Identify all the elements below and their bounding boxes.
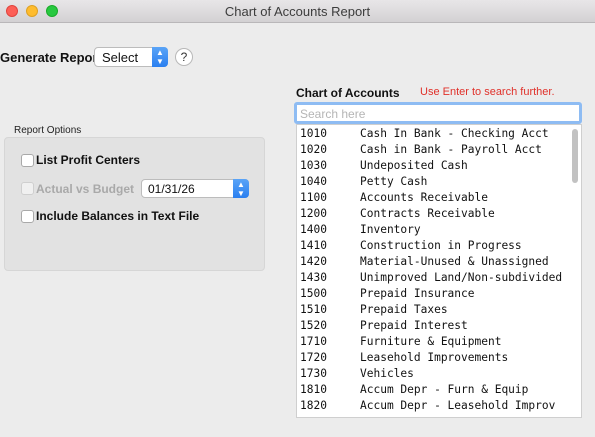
list-item[interactable]: 1710 Furniture & Equipment: [297, 334, 581, 350]
account-code: 1010: [300, 127, 327, 140]
account-name: Cash in Bank - Payroll Acct: [360, 143, 542, 156]
actual-vs-budget-label: Actual vs Budget: [36, 182, 135, 196]
list-item[interactable]: 1520 Prepaid Interest: [297, 318, 581, 334]
account-name: Contracts Receivable: [360, 207, 495, 220]
account-code: 1520: [300, 319, 327, 332]
account-code: 1720: [300, 351, 327, 364]
account-code: 1820: [300, 399, 327, 412]
generate-report-select[interactable]: Select ▲ ▼: [94, 47, 168, 67]
list-item[interactable]: 1730 Vehicles: [297, 366, 581, 382]
list-item[interactable]: 1420 Material-Unused & Unassigned: [297, 254, 581, 270]
list-item[interactable]: 1810 Accum Depr - Furn & Equip: [297, 382, 581, 398]
account-code: 1100: [300, 191, 327, 204]
account-name: Inventory: [360, 223, 421, 236]
account-code: 1410: [300, 239, 327, 252]
title-bar: Chart of Accounts Report: [0, 0, 595, 23]
list-item[interactable]: 1410 Construction in Progress: [297, 238, 581, 254]
search-hint: Use Enter to search further.: [420, 86, 555, 98]
generate-report-value: Select: [102, 50, 139, 65]
generate-report-label: Generate Report: [0, 50, 102, 65]
account-code: 1810: [300, 383, 327, 396]
account-name: Prepaid Insurance: [360, 287, 475, 300]
updown-chevron-icon: ▲ ▼: [233, 179, 249, 198]
account-name: Furniture & Equipment: [360, 335, 502, 348]
account-name: Petty Cash: [360, 175, 428, 188]
account-name: Unimproved Land/Non-subdivided: [360, 271, 563, 284]
date-value: 01/31/26: [148, 182, 195, 196]
account-name: Prepaid Taxes: [360, 303, 448, 316]
account-code: 1430: [300, 271, 327, 284]
include-balances-label[interactable]: Include Balances in Text File: [36, 209, 199, 223]
account-code: 1200: [300, 207, 327, 220]
window-title: Chart of Accounts Report: [224, 4, 371, 19]
account-name: Accounts Receivable: [360, 191, 488, 204]
list-item[interactable]: 1820 Accum Depr - Leasehold Improv: [297, 398, 581, 414]
list-item[interactable]: 1720 Leasehold Improvements: [297, 350, 581, 366]
account-name: Cash In Bank - Checking Acct: [360, 127, 549, 140]
list-item[interactable]: 1400 Inventory: [297, 222, 581, 238]
list-profit-centers-label[interactable]: List Profit Centers: [36, 153, 140, 167]
list-item[interactable]: 1030 Undeposited Cash: [297, 158, 581, 174]
account-code: 1510: [300, 303, 327, 316]
account-code: 1020: [300, 143, 327, 156]
account-name: Material-Unused & Unassigned: [360, 255, 549, 268]
list-item[interactable]: 1100 Accounts Receivable: [297, 190, 581, 206]
account-name: Construction in Progress: [360, 239, 522, 252]
date-select[interactable]: 01/31/26 ▲ ▼: [141, 179, 249, 198]
list-scrollbar[interactable]: [572, 129, 578, 183]
updown-chevron-icon: ▲ ▼: [152, 47, 168, 67]
list-item[interactable]: 1200 Contracts Receivable: [297, 206, 581, 222]
report-options-label: Report Options: [14, 125, 82, 136]
chart-of-accounts-label: Chart of Accounts: [296, 86, 400, 100]
account-name: Vehicles: [360, 367, 414, 380]
account-code: 1730: [300, 367, 327, 380]
account-code: 1040: [300, 175, 327, 188]
include-balances-checkbox[interactable]: [21, 210, 34, 223]
account-name: Prepaid Interest: [360, 319, 468, 332]
list-item[interactable]: 1500 Prepaid Insurance: [297, 286, 581, 302]
list-item[interactable]: 1010 Cash In Bank - Checking Acct: [297, 126, 581, 142]
account-code: 1400: [300, 223, 327, 236]
account-code: 1710: [300, 335, 327, 348]
account-name: Accum Depr - Furn & Equip: [360, 383, 529, 396]
account-code: 1030: [300, 159, 327, 172]
accounts-list[interactable]: 1010 Cash In Bank - Checking Acct 1020 Cash…: [296, 124, 582, 418]
list-item[interactable]: 1020 Cash in Bank - Payroll Acct: [297, 142, 581, 158]
account-code: 1420: [300, 255, 327, 268]
account-name: Undeposited Cash: [360, 159, 468, 172]
help-button[interactable]: ?: [175, 48, 193, 66]
account-name: Accum Depr - Leasehold Improv: [360, 399, 556, 412]
list-profit-centers-checkbox[interactable]: [21, 154, 34, 167]
search-input[interactable]: [294, 102, 582, 124]
list-item[interactable]: 1040 Petty Cash: [297, 174, 581, 190]
account-name: Leasehold Improvements: [360, 351, 509, 364]
actual-vs-budget-checkbox[interactable]: [21, 182, 34, 195]
list-item[interactable]: 1510 Prepaid Taxes: [297, 302, 581, 318]
list-item[interactable]: 1430 Unimproved Land/Non-subdivided: [297, 270, 581, 286]
account-code: 1500: [300, 287, 327, 300]
